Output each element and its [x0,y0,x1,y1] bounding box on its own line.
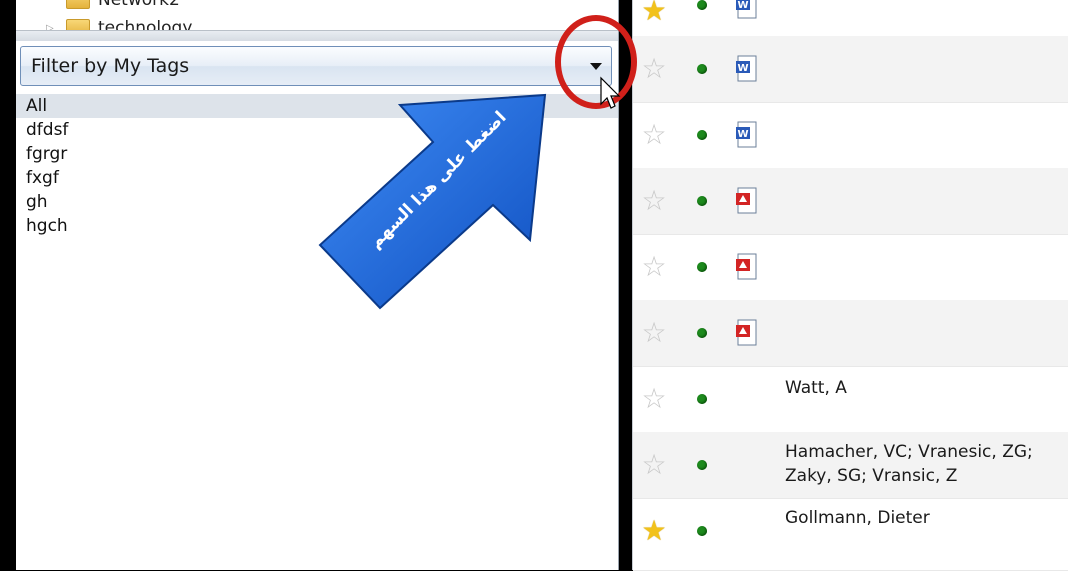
document-authors: Gollmann, Dieter [785,508,930,528]
tree-item-technology[interactable]: ▷ technology [46,18,193,31]
star-icon[interactable]: ☆ [641,385,667,413]
star-icon[interactable]: ☆ [641,55,667,83]
read-status-dot [697,526,707,536]
star-icon[interactable]: ★ [641,0,667,25]
star-icon[interactable]: ☆ [641,121,667,149]
document-row[interactable]: ☆ W [633,102,1068,169]
tag-item-all[interactable]: All [16,94,618,118]
tag-item[interactable]: fxgf [16,166,618,190]
star-icon[interactable]: ★ [641,517,667,545]
document-authors: Watt, A [785,378,847,398]
svg-text:W: W [737,63,748,74]
svg-text:W: W [737,129,748,140]
tree-item-label: Network2 [98,0,180,10]
read-status-dot [697,394,707,404]
star-icon[interactable]: ☆ [641,253,667,281]
tree-expander-icon[interactable]: ▷ [46,23,56,31]
folder-icon [66,19,90,30]
word-doc-icon[interactable]: W [735,121,759,149]
document-row[interactable]: ☆ [633,300,1068,367]
word-doc-icon[interactable]: W [735,55,759,83]
tag-filter-dropdown[interactable]: Filter by My Tags [20,46,612,86]
left-pane: Network2 ▷ technology Filter by My Tags … [16,0,619,570]
chevron-down-icon[interactable] [581,47,611,85]
read-status-dot [697,196,707,206]
document-row[interactable]: ☆ Watt, A [633,366,1068,433]
tree-item-label: technology [98,18,193,31]
read-status-dot [697,262,707,272]
read-status-dot [697,130,707,140]
document-row[interactable]: ☆ [633,168,1068,235]
document-row[interactable]: ★ Gollmann, Dieter [633,498,1068,571]
tag-item[interactable]: hgch [16,214,618,238]
tag-filter-selected-value: Filter by My Tags [31,55,190,77]
svg-text:W: W [737,0,748,11]
read-status-dot [697,328,707,338]
document-list: ★ W ☆ W ☆ W ☆ ☆ ☆ ☆ Watt, A ☆ Hamacher, … [632,0,1068,571]
read-status-dot [697,64,707,74]
tree-item-network2[interactable]: Network2 [46,0,180,10]
folder-icon [66,0,90,9]
document-authors: Hamacher, VC; Vranesic, ZG; Zaky, SG; Vr… [785,442,1033,486]
word-doc-icon[interactable]: W [735,0,759,20]
pdf-icon[interactable] [735,253,759,281]
pdf-icon[interactable] [735,187,759,215]
read-status-dot [697,460,707,470]
tag-list: All dfdsf fgrgr fxgf gh hgch [16,94,618,238]
star-icon[interactable]: ☆ [641,187,667,215]
pdf-icon[interactable] [735,319,759,347]
pane-splitter[interactable] [16,31,618,41]
read-status-dot [697,0,707,10]
star-icon[interactable]: ☆ [641,451,667,479]
document-row[interactable]: ☆ [633,234,1068,301]
document-row[interactable]: ☆ Hamacher, VC; Vranesic, ZG; Zaky, SG; … [633,432,1068,499]
tag-item[interactable]: gh [16,190,618,214]
tag-item[interactable]: fgrgr [16,142,618,166]
document-row[interactable]: ☆ W [633,36,1068,103]
tag-item[interactable]: dfdsf [16,118,618,142]
document-row[interactable]: ★ W [633,0,1068,37]
star-icon[interactable]: ☆ [641,319,667,347]
collection-tree: Network2 ▷ technology [16,0,618,31]
